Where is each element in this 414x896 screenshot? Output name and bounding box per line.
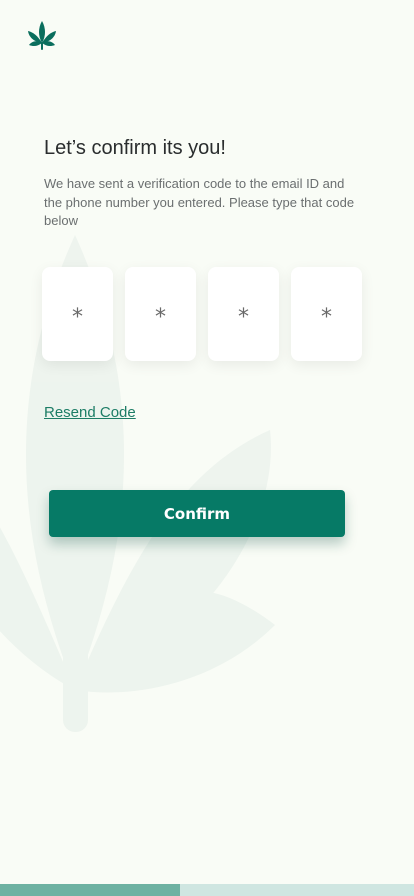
progress-bar-fill — [0, 884, 181, 896]
code-input-4[interactable]: * — [291, 267, 362, 361]
confirm-button[interactable]: Confirm — [49, 490, 345, 537]
resend-code-link[interactable]: Resend Code — [44, 404, 136, 421]
code-digit-1: * — [72, 304, 83, 330]
code-input-1[interactable]: * — [42, 267, 113, 361]
code-input-3[interactable]: * — [208, 267, 279, 361]
cannabis-leaf-icon — [28, 21, 56, 50]
code-digit-2: * — [155, 304, 166, 330]
progress-bar — [0, 884, 414, 896]
code-digit-3: * — [238, 304, 249, 330]
page-title: Let’s confirm its you! — [44, 137, 226, 159]
code-digit-4: * — [321, 304, 332, 330]
page-subtitle: We have sent a verification code to the … — [44, 176, 355, 228]
code-input-2[interactable]: * — [125, 267, 196, 361]
background-leaf-watermark — [0, 235, 275, 732]
